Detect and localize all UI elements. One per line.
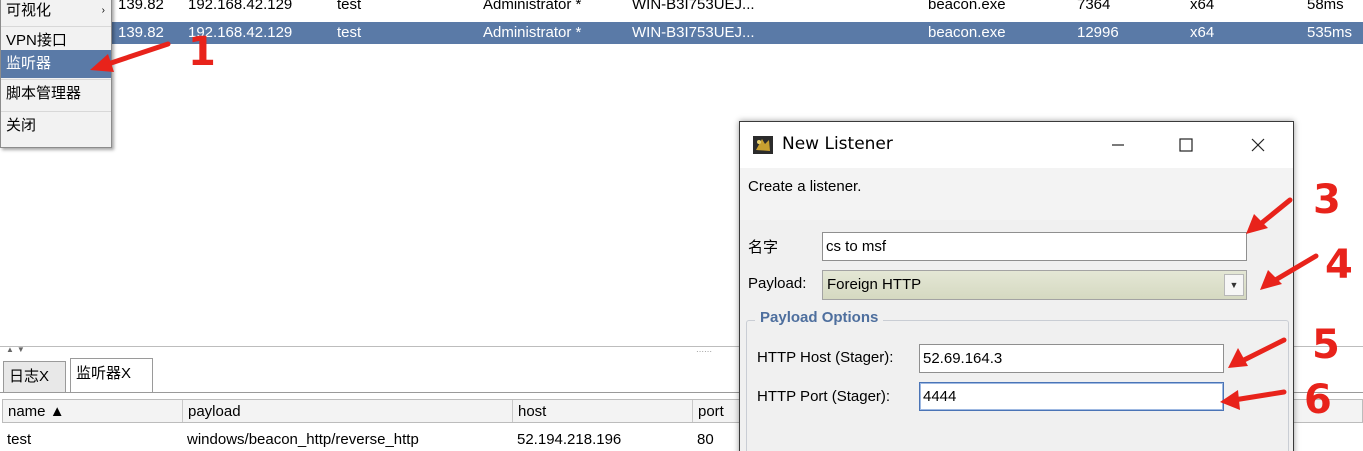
listener-host-cell: 52.194.218.196 (517, 431, 622, 448)
beacon-row[interactable]: 139.82 192.168.42.129 test Administrator… (0, 0, 1363, 16)
annotation-arrow-6 (1220, 389, 1287, 410)
http-port-field[interactable]: 4444 (919, 382, 1224, 411)
user-cell: test (337, 24, 362, 41)
dialog-body: 名字 cs to msf Payload: Foreign HTTP ▼ Pay… (740, 220, 1293, 451)
user-cell: test (337, 0, 362, 13)
name-field[interactable]: cs to msf (822, 232, 1247, 261)
menu-item-label: 可视化 (6, 2, 52, 19)
annotation-number: 3 (1313, 177, 1341, 223)
payload-select-value: Foreign HTTP (827, 276, 922, 293)
payload-select[interactable]: Foreign HTTP ▼ (822, 270, 1247, 300)
payload-label: Payload: (748, 275, 807, 292)
chevron-down-icon[interactable]: ▼ (1224, 274, 1244, 296)
computer-cell: WIN-B3I753UEJ... (632, 24, 755, 41)
dialog-title: New Listener (782, 134, 893, 154)
process-cell: beacon.exe (928, 24, 1006, 41)
column-header-host[interactable]: host (513, 400, 693, 422)
process-cell: beacon.exe (928, 0, 1006, 13)
listener-name-cell: test (7, 431, 32, 448)
column-header-port[interactable]: port (693, 400, 743, 422)
new-listener-dialog: New Listener Create a listener. 名字 cs to… (739, 121, 1294, 451)
splitter-grip-icon[interactable]: ⋯⋯ (696, 347, 712, 356)
http-port-label: HTTP Port (Stager): (757, 388, 891, 405)
column-header-name[interactable]: name ▲ (3, 400, 183, 422)
minimize-icon[interactable] (1095, 128, 1141, 162)
annotation-arrow-3 (1246, 197, 1293, 234)
internal-ip-cell: 192.168.42.129 (188, 0, 293, 13)
annotation-number: 1 (188, 29, 216, 75)
app-icon (753, 136, 773, 154)
dialog-titlebar[interactable]: New Listener (740, 122, 1293, 168)
maximize-icon[interactable] (1163, 128, 1209, 162)
annotation-arrow-4 (1260, 253, 1319, 290)
payload-options-group: Payload Options HTTP Host (Stager): 52.6… (746, 309, 1289, 451)
name-label: 名字 (748, 239, 779, 256)
arch-cell: x64 (1190, 0, 1215, 13)
collapse-arrows-icon[interactable]: ▲▼ (6, 345, 28, 354)
annotation-number: 4 (1325, 242, 1353, 288)
tab-listeners[interactable]: 监听器X (70, 358, 153, 393)
context-menu: 可视化 › VPN接口 监听器 脚本管理器 关闭 (0, 0, 112, 148)
computer-user-cell: Administrator * (483, 0, 582, 13)
payload-options-title: Payload Options (755, 309, 884, 326)
annotation-number: 6 (1304, 377, 1332, 423)
pid-cell: 12996 (1077, 24, 1119, 41)
listener-port-cell: 80 (697, 431, 714, 448)
http-host-label: HTTP Host (Stager): (757, 349, 894, 366)
close-icon[interactable] (1235, 128, 1281, 162)
last-cell: 58ms (1307, 0, 1344, 13)
http-host-field[interactable]: 52.69.164.3 (919, 344, 1224, 373)
pid-cell: 7364 (1077, 0, 1111, 13)
listener-payload-cell: windows/beacon_http/reverse_http (187, 431, 419, 448)
dialog-description-area: Create a listener. (740, 168, 1293, 220)
dialog-description: Create a listener. (748, 178, 862, 195)
column-header-payload[interactable]: payload (183, 400, 513, 422)
menu-item-script-manager[interactable]: 脚本管理器 (1, 79, 111, 107)
annotation-number: 5 (1312, 322, 1340, 368)
menu-item-close[interactable]: 关闭 (1, 111, 111, 139)
annotation-arrow-1 (90, 41, 171, 72)
computer-user-cell: Administrator * (483, 24, 582, 41)
menu-item-visualization[interactable]: 可视化 › (1, 0, 111, 25)
arch-cell: x64 (1190, 24, 1215, 41)
annotation-arrow-5 (1228, 337, 1287, 368)
tab-log[interactable]: 日志X (3, 361, 66, 392)
submenu-arrow-icon: › (101, 5, 105, 16)
computer-cell: WIN-B3I753UEJ... (632, 0, 755, 13)
last-cell: 535ms (1307, 24, 1353, 41)
external-ip-cell: 139.82 (118, 0, 164, 13)
